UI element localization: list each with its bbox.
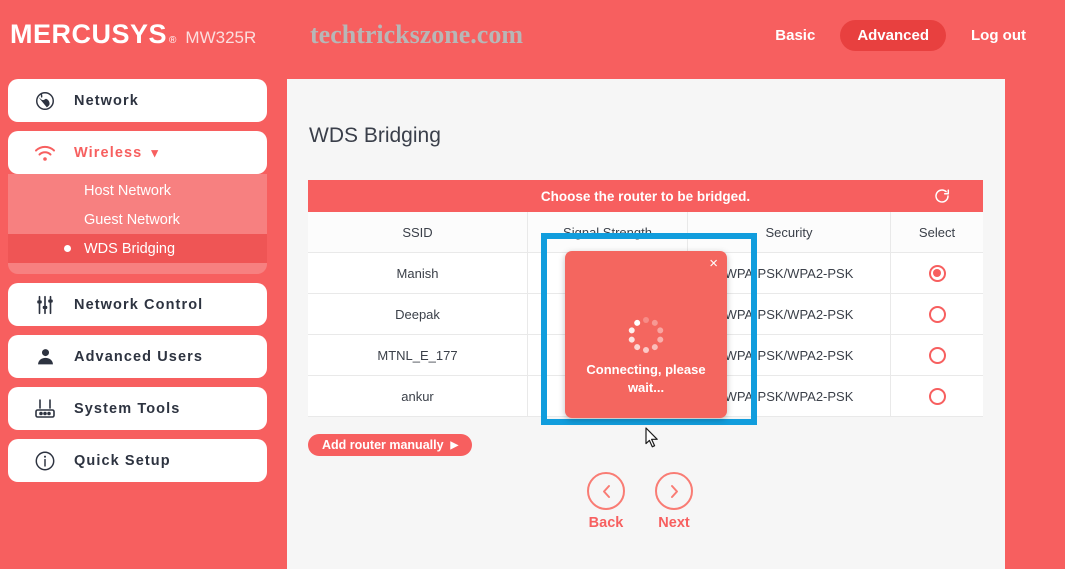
sidebar-item-advanced-users[interactable]: Advanced Users bbox=[8, 335, 267, 378]
cell-ssid: ankur bbox=[308, 376, 528, 416]
table-header-row: SSID Signal Strength Security Select bbox=[308, 212, 983, 253]
submenu-label-wds-bridging: WDS Bridging bbox=[84, 240, 176, 257]
chevron-left-icon bbox=[587, 472, 625, 510]
nav-logout[interactable]: Log out bbox=[954, 20, 1043, 51]
radio-dot-icon bbox=[933, 269, 941, 277]
brand-name: MERCUSYS bbox=[10, 19, 168, 49]
sidebar-submenu-wireless: Host Network Guest Network WDS Bridging bbox=[8, 174, 267, 274]
column-header-ssid: SSID bbox=[308, 212, 528, 252]
back-label: Back bbox=[588, 515, 624, 531]
next-label: Next bbox=[658, 515, 690, 531]
sidebar-item-guest-network[interactable]: Guest Network bbox=[8, 205, 267, 234]
sidebar-label-wireless: Wireless bbox=[74, 144, 143, 161]
info-icon bbox=[28, 450, 62, 472]
cell-ssid: MTNL_E_177 bbox=[308, 335, 528, 375]
nav-advanced[interactable]: Advanced bbox=[840, 20, 947, 51]
page-title: WDS Bridging bbox=[309, 124, 441, 147]
radio-button-selected[interactable] bbox=[928, 264, 946, 282]
back-button[interactable]: Back bbox=[587, 472, 625, 531]
sidebar-label-network-control: Network Control bbox=[74, 296, 204, 313]
connecting-modal: × Connecting, please wait... bbox=[565, 251, 727, 418]
mouse-cursor bbox=[645, 427, 660, 453]
column-header-security: Security bbox=[688, 212, 891, 252]
chevron-down-icon: ▾ bbox=[151, 144, 158, 160]
refresh-icon[interactable] bbox=[933, 187, 951, 205]
cell-ssid: Manish bbox=[308, 253, 528, 293]
radio-button[interactable] bbox=[928, 346, 946, 364]
cell-select bbox=[891, 294, 983, 334]
sidebar-item-host-network[interactable]: Host Network bbox=[8, 176, 267, 205]
sidebar: Network Wireless ▾ Host Network Guest Ne… bbox=[8, 79, 267, 491]
loading-spinner-icon bbox=[627, 317, 665, 353]
radio-button[interactable] bbox=[928, 387, 946, 405]
sidebar-item-wds-bridging[interactable]: WDS Bridging bbox=[8, 234, 267, 263]
cell-select bbox=[891, 253, 983, 293]
cell-ssid: Deepak bbox=[308, 294, 528, 334]
globe-icon bbox=[28, 90, 62, 112]
submenu-label-guest-network: Guest Network bbox=[84, 211, 180, 228]
sliders-icon bbox=[28, 294, 62, 316]
table-banner: Choose the router to be bridged. bbox=[308, 180, 983, 212]
sidebar-item-network-control[interactable]: Network Control bbox=[8, 283, 267, 326]
chevron-right-icon bbox=[655, 472, 693, 510]
triangle-right-icon: ▶ bbox=[450, 439, 459, 451]
add-router-manually-button[interactable]: Add router manually ▶ bbox=[308, 434, 473, 456]
table-banner-text: Choose the router to be bridged. bbox=[540, 188, 751, 204]
registered-mark: ® bbox=[169, 35, 177, 46]
page-header: MERCUSYS ® MW325R techtrickszone.com Bas… bbox=[0, 0, 1065, 70]
router-admin-page: MERCUSYS ® MW325R techtrickszone.com Bas… bbox=[0, 0, 1065, 569]
column-header-select: Select bbox=[918, 224, 956, 240]
close-icon[interactable]: × bbox=[709, 255, 718, 272]
site-watermark: techtrickszone.com bbox=[310, 20, 523, 49]
wifi-icon bbox=[28, 143, 62, 163]
sidebar-label-advanced-users: Advanced Users bbox=[74, 348, 204, 365]
add-router-label: Add router manually bbox=[322, 438, 444, 452]
column-header-signal: Signal Strength bbox=[528, 212, 688, 252]
top-navigation: Basic Advanced Log out bbox=[758, 20, 1043, 51]
user-icon bbox=[28, 346, 62, 367]
submenu-label-host-network: Host Network bbox=[84, 182, 172, 199]
next-button[interactable]: Next bbox=[655, 472, 693, 531]
sidebar-item-quick-setup[interactable]: Quick Setup bbox=[8, 439, 267, 482]
brand-logo: MERCUSYS ® MW325R bbox=[10, 19, 256, 50]
cell-select bbox=[891, 335, 983, 375]
sidebar-item-system-tools[interactable]: System Tools bbox=[8, 387, 267, 430]
sidebar-label-system-tools: System Tools bbox=[74, 400, 181, 417]
sidebar-label-network: Network bbox=[74, 92, 139, 109]
cell-select bbox=[891, 376, 983, 416]
sidebar-item-network[interactable]: Network bbox=[8, 79, 267, 122]
router-icon bbox=[28, 398, 62, 420]
wizard-pager: Back Next bbox=[587, 472, 693, 531]
radio-button[interactable] bbox=[928, 305, 946, 323]
connecting-message: Connecting, please wait... bbox=[586, 362, 706, 395]
nav-basic[interactable]: Basic bbox=[758, 20, 832, 51]
active-dot-icon bbox=[64, 245, 71, 252]
model-name: MW325R bbox=[185, 28, 257, 47]
sidebar-label-quick-setup: Quick Setup bbox=[74, 452, 171, 469]
sidebar-item-wireless[interactable]: Wireless ▾ bbox=[8, 131, 267, 174]
